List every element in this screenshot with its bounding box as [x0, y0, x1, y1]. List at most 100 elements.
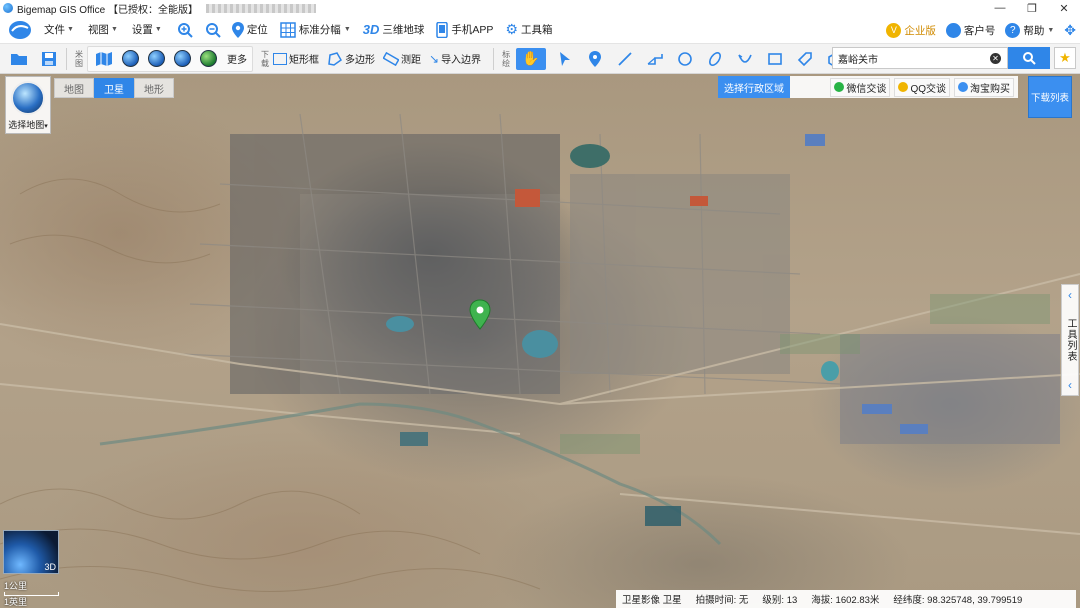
rectangle-icon [768, 52, 782, 65]
measure-distance-button[interactable]: 测距 [383, 51, 421, 66]
rectangle-tool-button[interactable] [764, 48, 786, 70]
tool-list-label: 工具列表 [1065, 318, 1076, 362]
tab-terrain[interactable]: 地形 [134, 78, 174, 98]
marker-tool-button[interactable] [584, 48, 606, 70]
toolbox-button[interactable]: ⚙ 工具箱 [505, 21, 552, 38]
mini-globe-badge: 3D [44, 562, 56, 572]
globe-source-2-button[interactable] [145, 48, 167, 70]
separator [66, 47, 67, 70]
line-icon [618, 51, 632, 66]
favorite-button[interactable]: ★ [1054, 47, 1076, 69]
mobile-label: 手机APP [451, 24, 494, 36]
zoom-out-icon [205, 22, 221, 38]
scale-mi: 1英里 [4, 597, 28, 607]
zoom-in-button[interactable] [176, 21, 194, 39]
caret-down-icon: ▼ [1047, 26, 1055, 34]
rectangle-select-button[interactable]: 矩形框 [273, 51, 319, 66]
grid-icon [280, 21, 296, 38]
label-tool-button[interactable] [794, 48, 816, 70]
grid-label: 标准分幅 [298, 24, 341, 36]
wechat-chat-button[interactable]: 微信交谈 [830, 77, 891, 97]
import-boundary-label: 导入边界 [441, 55, 482, 66]
menu-bar: 文件 ▼ 视图 ▼ 设置 ▼ 定位 标准分幅 ▼ 3D 三维地球 手机APP ⚙… [0, 16, 1080, 44]
menu-file-label: 文件 [44, 24, 65, 36]
download-list-button[interactable]: 下载列表 [1028, 76, 1072, 118]
move-arrows-icon: ✥ [1064, 21, 1076, 38]
search-input[interactable]: 嘉峪关市 ✕ [832, 47, 1008, 69]
ellipse-tool-button[interactable] [704, 48, 726, 70]
circle-tool-button[interactable] [674, 48, 696, 70]
locate-button[interactable]: 定位 [231, 21, 268, 38]
menu-settings[interactable]: 设置 ▼ [132, 22, 162, 37]
qq-icon [898, 82, 909, 92]
polygon-select-label: 多边形 [345, 55, 375, 66]
satellite-imagery [0, 113, 1080, 592]
app-logo-icon [3, 3, 13, 13]
select-map-label: 选择地图▾ [8, 120, 48, 130]
select-region-button[interactable]: 选择行政区域 [718, 76, 790, 98]
zoom-out-button[interactable] [204, 21, 222, 39]
select-map-button[interactable]: 选择地图▾ [5, 76, 51, 134]
polygon-select-icon [328, 51, 342, 66]
cloud-logo-icon [9, 20, 31, 39]
zoom-in-icon [177, 22, 193, 38]
polygon-select-button[interactable]: 多边形 [327, 51, 375, 66]
move-button[interactable]: ✥ [1064, 22, 1076, 39]
caret-down-icon: ▼ [67, 26, 74, 33]
toolbar: 米图 更多 下载 矩形框 多边形 测距 ↘ 导入边界 标绘 ✋ 嘉峪关市 ✕ ★ [0, 44, 1080, 74]
globe-icon [173, 50, 191, 67]
save-button[interactable] [38, 48, 60, 70]
tool-list-panel-tab[interactable]: ‹ 工具列表 ‹ [1061, 284, 1079, 396]
location-pin-icon [231, 21, 244, 38]
close-button[interactable]: ✕ [1048, 0, 1080, 16]
standard-grid-button[interactable]: 标准分幅 ▼ [280, 21, 351, 38]
enterprise-button[interactable]: V 企业版 [886, 22, 936, 38]
maximize-button[interactable]: ❐ [1016, 0, 1048, 16]
taobao-icon [958, 82, 968, 92]
menu-file[interactable]: 文件 ▼ [44, 22, 74, 37]
tab-map[interactable]: 地图 [54, 78, 94, 98]
taobao-buy-button[interactable]: 淘宝购买 [954, 77, 1014, 97]
polyline-icon [647, 53, 663, 65]
map-layers-button[interactable] [93, 48, 115, 70]
chevron-left-icon[interactable]: ‹ [1068, 289, 1072, 301]
qq-chat-button[interactable]: QQ交谈 [894, 77, 950, 97]
import-boundary-button[interactable]: ↘ 导入边界 [429, 51, 482, 67]
more-maps-button[interactable]: 更多 [227, 51, 247, 66]
three-d-label: 三维地球 [382, 24, 425, 36]
globe-source-3-button[interactable] [171, 48, 193, 70]
region-bar: 选择行政区域 微信交谈 QQ交谈 淘宝购买 [718, 76, 1018, 98]
open-folder-button[interactable] [8, 48, 30, 70]
ellipse-icon [709, 51, 722, 66]
status-coords: 经纬度: 98.325748, 39.799519 [893, 595, 1023, 606]
help-label: 帮助 [1023, 24, 1045, 37]
redacted-text [205, 3, 316, 13]
taobao-label: 淘宝购买 [970, 83, 1010, 95]
minimize-button[interactable]: — [984, 0, 1016, 16]
save-disk-icon [42, 51, 56, 66]
search-button[interactable] [1008, 47, 1050, 69]
account-button[interactable]: 客户号 [945, 22, 995, 38]
chevron-left-icon[interactable]: ‹ [1068, 379, 1072, 391]
map-view[interactable]: 选择地图▾ 地图 卫星 地形 选择行政区域 微信交谈 QQ交谈 淘宝购买 下载列… [0, 74, 1080, 608]
pointer-button[interactable] [554, 48, 576, 70]
map-group-label: 米图 [75, 49, 83, 68]
tag-icon [797, 51, 812, 66]
wechat-label: 微信交谈 [846, 83, 887, 95]
arc-tool-button[interactable] [734, 48, 756, 70]
polyline-tool-button[interactable] [644, 48, 666, 70]
menu-view[interactable]: 视图 ▼ [88, 22, 118, 37]
title-bar: Bigemap GIS Office 【已授权：全能版】 — ❐ ✕ [0, 0, 1080, 16]
clear-search-icon[interactable]: ✕ [990, 53, 1001, 64]
line-tool-button[interactable] [614, 48, 636, 70]
globe-source-4-button[interactable] [197, 48, 219, 70]
menubar-right: V 企业版 客户号 ? 帮助 ▼ ✥ [886, 16, 1076, 44]
three-d-globe-button[interactable]: 3D 三维地球 [363, 22, 425, 37]
wechat-icon [834, 82, 845, 92]
mobile-app-button[interactable]: 手机APP [436, 21, 494, 38]
mini-globe-3d-button[interactable]: 3D [3, 530, 59, 574]
globe-source-1-button[interactable] [119, 48, 141, 70]
pan-hand-button[interactable]: ✋ [516, 47, 547, 70]
help-button[interactable]: ? 帮助 ▼ [1005, 22, 1055, 38]
tab-satellite[interactable]: 卫星 [94, 78, 134, 98]
